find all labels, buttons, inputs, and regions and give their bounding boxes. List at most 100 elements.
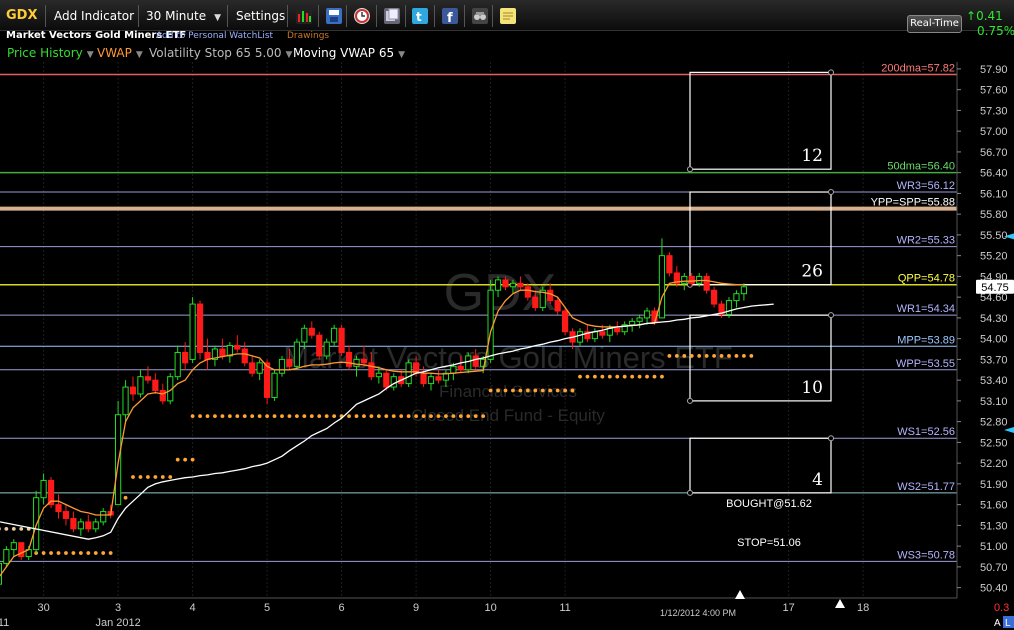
volatility-stop-point [250,414,255,419]
y-tick-label: 56.40 [980,168,1008,180]
candle-body [472,355,479,367]
candle-body [196,303,204,353]
volatility-stop-point [540,388,545,393]
volatility-stop-point [146,475,150,479]
volatility-stop-point [332,414,337,419]
volatility-stop-point [429,414,433,419]
candle-body [92,521,99,530]
volatility-stop-point [354,414,359,419]
volatility-stop-point [4,526,9,531]
volatility-stop-point [198,414,202,419]
candle-body [643,310,651,319]
watermark-industry: Closed End Fund - Equity [411,406,605,425]
volatility-stop-point [347,414,351,419]
box-handle [828,189,834,196]
candle-body [427,376,435,385]
x-sub-label: 2011 [0,617,9,629]
candle-body [599,331,606,336]
volatility-stop-point [49,551,53,555]
candle-body [658,255,666,319]
volatility-stop-point [384,414,389,419]
candle-body [614,327,621,333]
plot-area [0,62,957,598]
volatility-stop-point [473,414,478,419]
candle-body [40,479,47,499]
pivot-label: YPP=SPP=55.88 [871,197,955,209]
volatility-stop-point [86,551,91,555]
candle-body [740,286,747,295]
annotation-label: BOUGHT@51.62 [726,498,812,510]
x-tick-label: 30 [37,602,49,614]
y-tick-label: 51.90 [980,479,1008,491]
volatility-stop-point [660,374,664,379]
candle-body [10,542,17,551]
candle-body [301,327,308,343]
y-tick-label: 54.30 [980,313,1008,325]
volatility-stop-point [548,388,553,393]
volatility-stop-point [101,551,106,555]
volatility-stop-point [11,526,16,531]
y-tick-label: 56.70 [980,147,1008,159]
volatility-stop-point [160,475,165,479]
candle-body [182,351,189,364]
volatility-stop-point [645,374,649,379]
volatility-stop-point [742,354,746,358]
candle-body [509,282,517,288]
candle-body [278,358,286,374]
candle-body [636,317,643,322]
y-axis-panel [957,62,1014,598]
volatility-stop-point [563,388,567,393]
volatility-stop-point [525,388,530,393]
target-box-label: 26 [801,262,823,282]
candle-body [666,255,673,274]
volatility-stop-point [227,414,232,419]
box-handle [687,166,693,173]
box-handle [828,312,834,319]
candle-body [286,358,293,367]
box-handle [828,69,834,76]
candle-body [55,504,62,513]
candle-body [264,362,271,398]
volatility-stop-point [414,414,418,419]
auto-scale-button[interactable]: A [994,618,1001,629]
volatility-stop-point [265,414,269,419]
volatility-stop-point [220,414,225,419]
y-tick-label: 51.30 [980,520,1008,532]
candle-body [144,376,152,381]
volatility-stop-point [287,414,292,419]
volatility-stop-point [369,414,374,419]
last-price-label: 54.75 [981,282,1009,294]
candle-body [562,310,569,333]
candle-body [62,511,70,519]
candle-body [494,279,502,291]
volatility-stop-point [153,475,158,479]
volatility-stop-point [600,374,605,379]
y-tick-label: 51.00 [980,541,1008,553]
candle-body [457,365,464,371]
volatility-stop-point [496,388,500,393]
volatility-stop-point [324,414,329,419]
volatility-stop-point [205,414,210,419]
x-tick-label: 10 [484,602,496,614]
candle-body [3,549,10,564]
volatility-stop-point [585,374,590,379]
annotation-label: STOP=51.06 [737,537,801,549]
volatility-stop-point [667,354,672,358]
volatility-stop-point [697,354,702,358]
chart-grid [0,62,957,598]
pivot-label: WR3=56.12 [897,180,955,192]
volatility-stop-point [131,475,135,479]
box-handle [828,435,834,442]
pivot-label: 50dma=56.40 [887,161,955,173]
volatility-stop-point [555,388,560,393]
y-tick-label: 57.90 [980,64,1008,76]
volatility-stop-point [622,374,627,379]
candle-body [591,331,598,340]
y-tick-label: 53.70 [980,354,1008,366]
candle-body [435,376,442,381]
volatility-stop-point [123,495,128,500]
price-chart[interactable]: GDX Market Vectors Gold Miners ETF Finan… [0,0,1014,630]
volatility-stop-point [317,414,322,419]
volatility-stop-point [56,551,61,555]
log-scale-button[interactable]: L [1005,618,1011,629]
